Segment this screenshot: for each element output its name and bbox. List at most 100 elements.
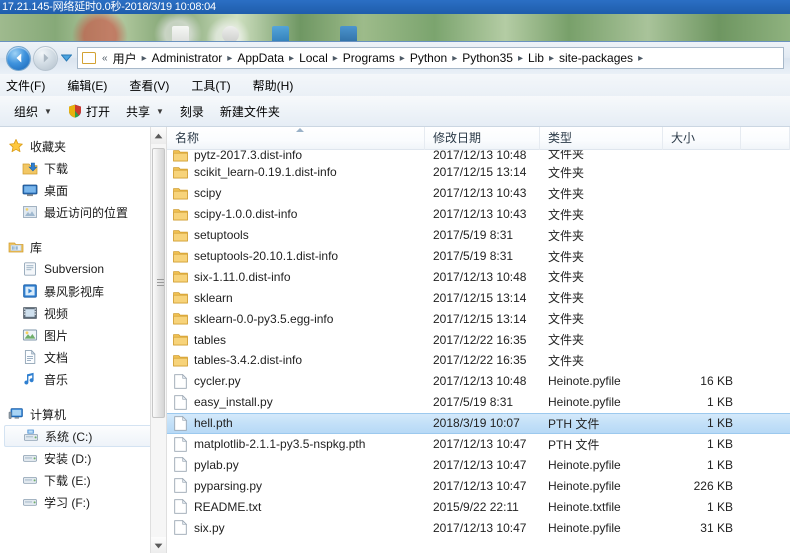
recent-places-icon [23, 206, 37, 218]
table-row[interactable]: scikit_learn-0.19.1.dist-info 2017/12/15 … [167, 162, 790, 183]
file-date-cell: 2015/9/22 22:11 [433, 499, 519, 514]
sidebar-item-drive-d[interactable]: 安装 (D:) [0, 447, 150, 469]
chevron-down-icon: ▼ [155, 106, 164, 116]
breadcrumb-item-site-packages[interactable]: site-packages [557, 51, 635, 65]
sidebar-item-libraries[interactable]: 库 [0, 236, 150, 258]
sidebar-item-drive-f[interactable]: 学习 (F:) [0, 491, 150, 513]
scrollbar-thumb[interactable] [152, 148, 165, 418]
menu-tools[interactable]: 工具(T) [191, 75, 240, 96]
breadcrumb-separator[interactable]: ▸ [515, 53, 526, 64]
breadcrumb[interactable]: « 用户 ▸ Administrator ▸ AppData ▸ Local ▸… [77, 47, 784, 69]
table-row[interactable]: pylab.py 2017/12/13 10:47 Heinote.pyfile 1 … [167, 454, 790, 475]
breadcrumb-item-python35[interactable]: Python35 [460, 51, 515, 65]
sidebar-item-pictures[interactable]: 图片 [0, 324, 150, 346]
file-date-cell: 2017/12/15 13:14 [433, 311, 527, 326]
menu-file[interactable]: 文件(F) [6, 75, 55, 96]
table-row[interactable]: easy_install.py 2017/5/19 8:31 Heinote.pyf… [167, 392, 790, 413]
column-header-type[interactable]: 类型 [540, 127, 663, 150]
share-button[interactable]: 共享 ▼ [118, 100, 172, 123]
table-row[interactable]: setuptools 2017/5/19 8:31 文件夹 [167, 225, 790, 246]
table-row[interactable]: README.txt 2015/9/22 22:11 Heinote.txtfile… [167, 496, 790, 517]
table-row[interactable]: pyparsing.py 2017/12/13 10:47 Heinote.pyfi… [167, 475, 790, 496]
file-size-cell: 1 KB [706, 499, 733, 514]
sidebar-item-desktop[interactable]: 桌面 [0, 179, 150, 201]
breadcrumb-item-python[interactable]: Python [408, 51, 449, 65]
explorer-window: « 用户 ▸ Administrator ▸ AppData ▸ Local ▸… [0, 41, 790, 553]
table-row[interactable]: tables-3.4.2.dist-info 2017/12/22 16:35 文件… [167, 350, 790, 371]
sidebar-item-baofeng[interactable]: 暴风影视库 [0, 280, 150, 302]
breadcrumb-overflow[interactable]: « [99, 53, 111, 64]
sidebar-item-computer[interactable]: 计算机 [0, 403, 150, 425]
menu-edit[interactable]: 编辑(E) [67, 75, 117, 96]
table-row[interactable]: sklearn 2017/12/15 13:14 文件夹 [167, 287, 790, 308]
sidebar-item-recent-places[interactable]: 最近访问的位置 [0, 201, 150, 223]
drive-icon [22, 477, 37, 484]
breadcrumb-item-lib[interactable]: Lib [526, 51, 546, 65]
scrollbar-track[interactable] [151, 144, 166, 537]
file-date-cell: 2017/12/13 10:48 [433, 374, 527, 389]
sidebar-item-downloads[interactable]: 下载 [0, 157, 150, 179]
organize-button[interactable]: 组织 ▼ [6, 100, 60, 123]
scroll-up-button[interactable] [151, 127, 166, 144]
breadcrumb-separator[interactable]: ▸ [397, 53, 408, 64]
remote-session-title: 17.21.145-网络延时0.0秒-2018/3/19 10:08:04 [2, 1, 216, 13]
sidebar-label: 桌面 [44, 183, 69, 198]
table-row[interactable]: matplotlib-2.1.1-py3.5-nspkg.pth 2017/12/… [167, 434, 790, 455]
column-header-date[interactable]: 修改日期 [425, 127, 540, 150]
menu-view[interactable]: 查看(V) [129, 75, 179, 96]
breadcrumb-separator[interactable]: ▸ [139, 53, 150, 64]
table-row[interactable]: six-1.11.0.dist-info 2017/12/13 10:48 文件夹 [167, 266, 790, 287]
open-button[interactable]: 打开 [60, 100, 118, 123]
burn-label: 刻录 [179, 104, 204, 119]
table-row[interactable]: scipy 2017/12/13 10:43 文件夹 [167, 183, 790, 204]
sidebar-item-videos[interactable]: 视频 [0, 302, 150, 324]
menu-help[interactable]: 帮助(H) [253, 75, 304, 96]
breadcrumb-separator[interactable]: ▸ [449, 53, 460, 64]
table-row[interactable]: scipy-1.0.0.dist-info 2017/12/13 10:43 文件夹 [167, 204, 790, 225]
recent-locations-button[interactable] [59, 46, 73, 71]
folder-icon [173, 292, 188, 304]
explorer-body: 收藏夹 下载 桌面 最近访问的位置 库 Subversion 暴风影视库 视频 … [0, 127, 790, 553]
table-row[interactable]: tables 2017/12/22 16:35 文件夹 [167, 329, 790, 350]
sidebar-item-documents[interactable]: 文档 [0, 346, 150, 368]
breadcrumb-separator[interactable]: ▸ [635, 53, 646, 64]
sidebar-item-subversion[interactable]: Subversion [0, 258, 150, 280]
download-icon [22, 162, 38, 175]
sidebar-item-music[interactable]: 音乐 [0, 368, 150, 390]
column-header-date-label: 修改日期 [433, 130, 482, 145]
address-bar: « 用户 ▸ Administrator ▸ AppData ▸ Local ▸… [0, 42, 790, 74]
breadcrumb-item-appdata[interactable]: AppData [235, 51, 286, 65]
breadcrumb-item-administrator[interactable]: Administrator [150, 51, 225, 65]
file-date-cell: 2017/5/19 8:31 [433, 249, 514, 263]
new-folder-button[interactable]: 新建文件夹 [212, 100, 288, 123]
breadcrumb-separator[interactable]: ▸ [330, 53, 341, 64]
back-button[interactable] [6, 45, 31, 71]
sidebar-item-drive-c[interactable]: 系统 (C:) [4, 425, 150, 447]
breadcrumb-item-users[interactable]: 用户 [111, 50, 139, 67]
table-row[interactable]: cycler.py 2017/12/13 10:48 Heinote.pyfile 1… [167, 371, 790, 392]
file-name-label: tables [194, 332, 227, 347]
breadcrumb-item-local[interactable]: Local [297, 51, 330, 65]
breadcrumb-separator[interactable]: ▸ [224, 53, 235, 64]
scroll-down-button[interactable] [151, 537, 166, 553]
column-header-size[interactable]: 大小 [663, 127, 741, 150]
burn-button[interactable]: 刻录 [172, 100, 212, 123]
forward-button[interactable] [33, 45, 58, 71]
breadcrumb-separator[interactable]: ▸ [286, 53, 297, 64]
breadcrumb-separator[interactable]: ▸ [546, 53, 557, 64]
sidebar-label: 音乐 [44, 372, 69, 387]
sidebar-label: Subversion [44, 262, 105, 276]
sidebar-item-favorites[interactable]: 收藏夹 [0, 135, 150, 157]
table-row[interactable]: setuptools-20.10.1.dist-info 2017/5/19 8:… [167, 246, 790, 267]
table-row[interactable]: six.py 2017/12/13 10:47 Heinote.pyfile 31 K… [167, 517, 790, 538]
vertical-scrollbar[interactable] [150, 127, 167, 553]
table-row[interactable]: hell.pth 2018/3/19 10:07 PTH 文件 1 KB [167, 412, 790, 434]
sidebar-item-drive-e[interactable]: 下载 (E:) [0, 469, 150, 491]
drive-icon [22, 499, 37, 506]
table-row[interactable]: sklearn-0.0-py3.5.egg-info 2017/12/15 13:… [167, 308, 790, 329]
column-header-name[interactable]: 名称 [167, 127, 425, 150]
file-icon [174, 520, 187, 535]
file-name-cell: pyparsing.py [167, 478, 425, 494]
breadcrumb-item-programs[interactable]: Programs [341, 51, 397, 65]
table-row[interactable]: pytz-2017.3.dist-info 2017/12/13 10:48 文件夹 [167, 150, 790, 162]
